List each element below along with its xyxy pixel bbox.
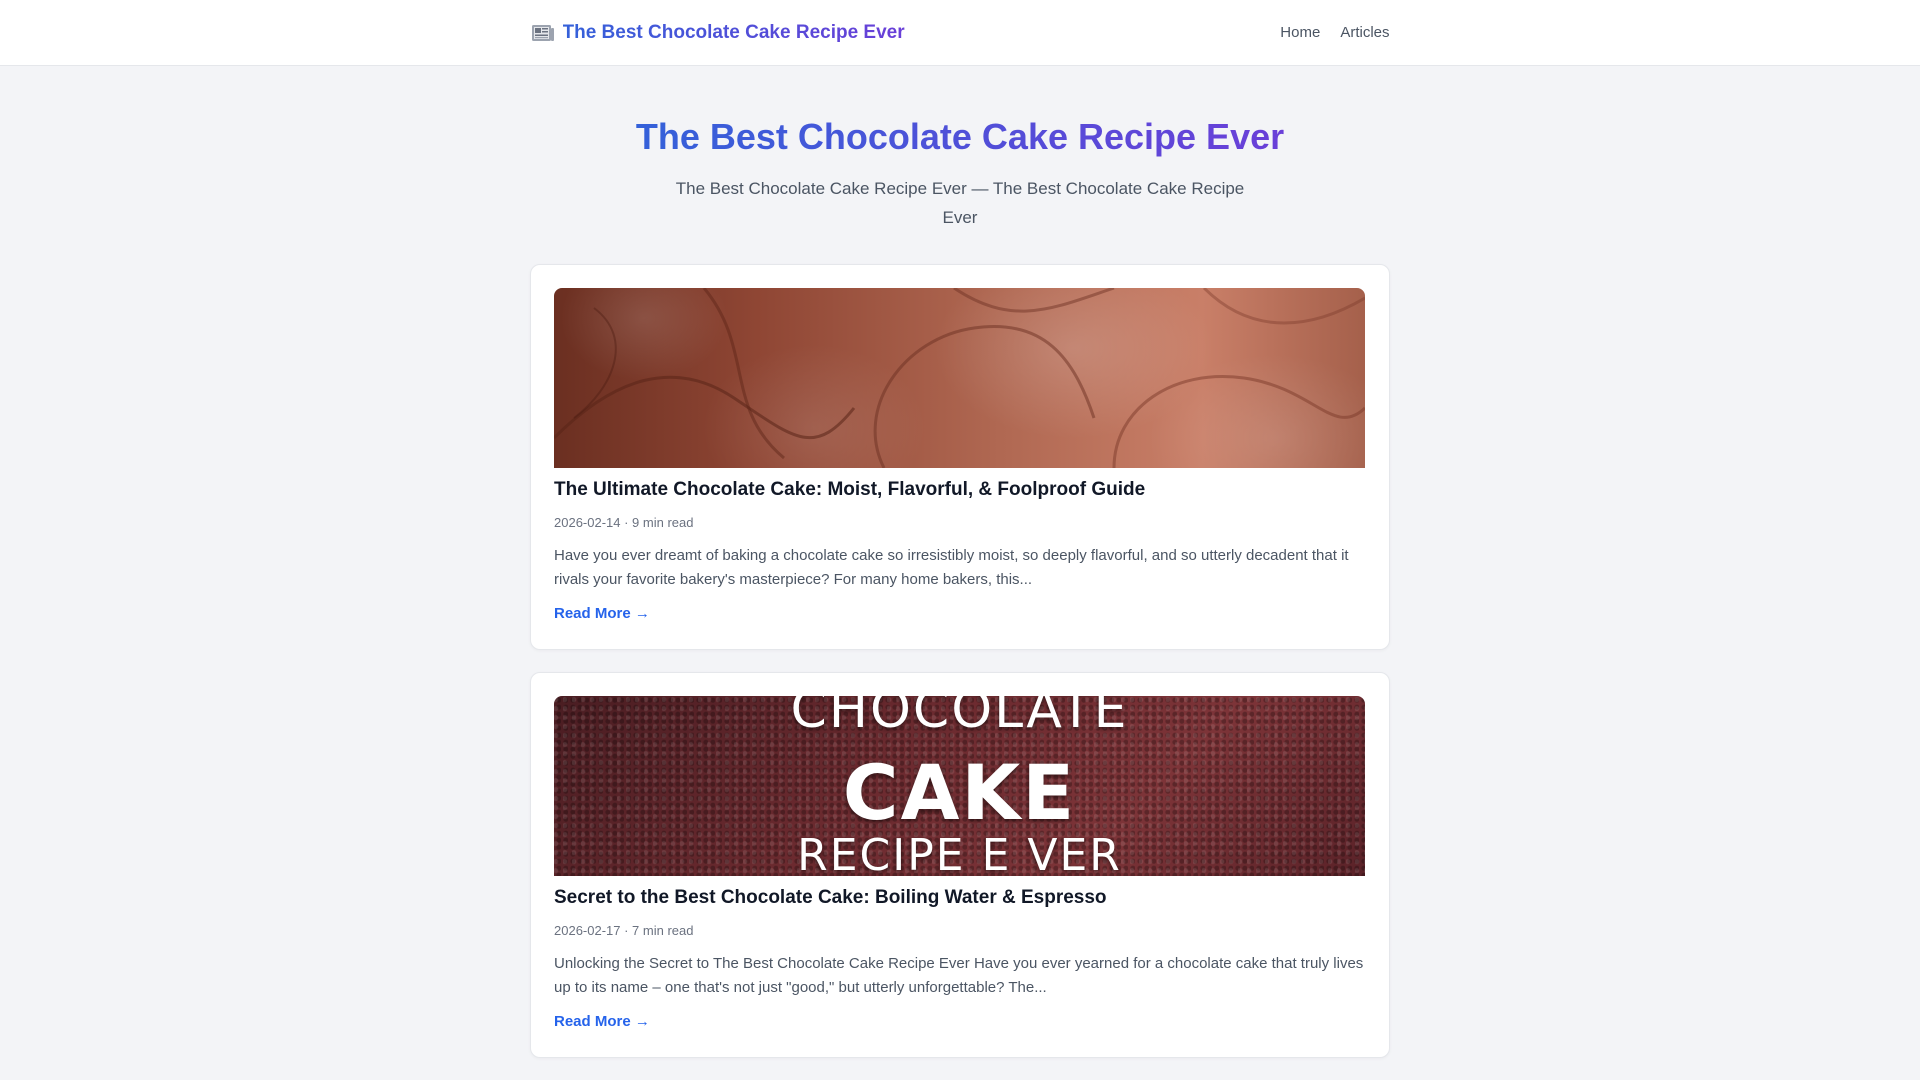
read-more-link[interactable]: Read More →	[554, 605, 650, 622]
nav-articles-link[interactable]: Articles	[1340, 24, 1389, 41]
image-caption-line: CAKE	[842, 748, 1077, 837]
page-subtitle: The Best Chocolate Cake Recipe Ever — Th…	[675, 179, 1245, 227]
article-title[interactable]: The Ultimate Chocolate Cake: Moist, Flav…	[554, 479, 1366, 501]
navbar-inner: The Best Chocolate Cake Recipe Ever Home…	[531, 0, 1390, 65]
newspaper-icon	[531, 23, 555, 43]
hero-section: The Best Chocolate Cake Recipe Ever The …	[0, 66, 1920, 232]
article-image-cake[interactable]: CHOCOLATE CAKE RECIPE E VER	[554, 696, 1365, 876]
article-card: CHOCOLATE CAKE RECIPE E VER Secret to th…	[530, 672, 1390, 1058]
main-nav: Home Articles	[1280, 24, 1389, 41]
article-list: The Ultimate Chocolate Cake: Moist, Flav…	[530, 264, 1390, 1058]
article-excerpt: Unlocking the Secret to The Best Chocola…	[554, 955, 1364, 996]
article-excerpt: Have you ever dreamt of baking a chocola…	[554, 547, 1349, 588]
article-meta: 2026-02-17 · 7 min read	[554, 923, 694, 938]
article-image-frosting[interactable]	[554, 288, 1365, 468]
page-title: The Best Chocolate Cake Recipe Ever	[635, 116, 1285, 157]
article-meta: 2026-02-14 · 9 min read	[554, 515, 694, 530]
image-caption-line: RECIPE E VER	[797, 830, 1122, 876]
nav-home-link[interactable]: Home	[1280, 24, 1320, 41]
read-more-link[interactable]: Read More →	[554, 1013, 650, 1030]
article-card: The Ultimate Chocolate Cake: Moist, Flav…	[530, 264, 1390, 650]
brand-link[interactable]: The Best Chocolate Cake Recipe Ever	[531, 22, 905, 44]
image-caption-line: CHOCOLATE	[790, 696, 1129, 740]
article-title[interactable]: Secret to the Best Chocolate Cake: Boili…	[554, 887, 1366, 909]
brand-title: The Best Chocolate Cake Recipe Ever	[562, 21, 905, 43]
top-navbar: The Best Chocolate Cake Recipe Ever Home…	[0, 0, 1920, 66]
